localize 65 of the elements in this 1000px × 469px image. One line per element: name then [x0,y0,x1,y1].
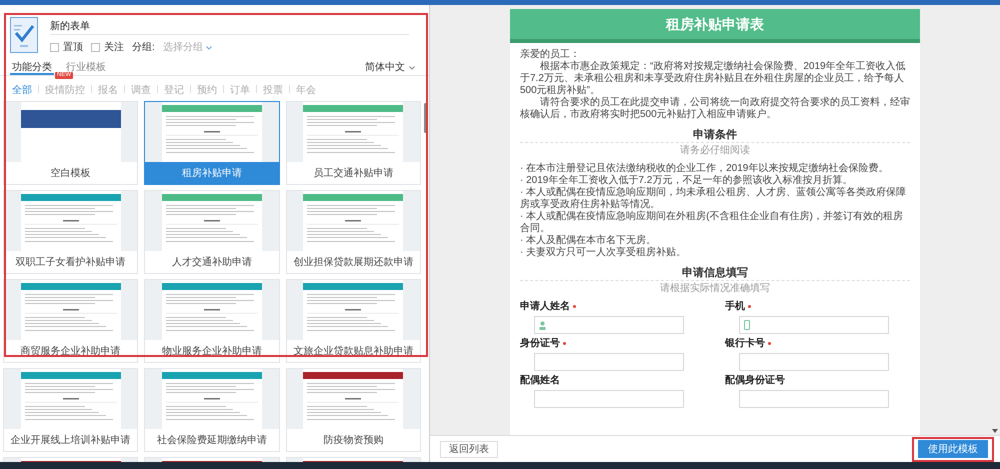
template-title: 员工交通补贴申请 [312,166,394,180]
field-label: 身份证号 [520,338,705,350]
template-title: 租房补贴申请 [145,162,279,184]
section-subtitle: 请务必仔细阅读 [679,145,751,157]
checkbox[interactable] [91,43,100,52]
template-title: 创业担保贷款展期还款申请 [292,256,414,270]
chevron-down-icon [206,46,212,50]
checkbox-label: 置顶 [63,40,83,55]
chevron-down-icon [409,66,415,70]
template-card[interactable]: 租房补贴申请 [144,101,280,185]
group-label: 分组: [132,41,155,55]
tab[interactable]: 功能分类 [10,60,54,75]
template-title: 商贸服务企业补助申请 [20,344,122,358]
section-heading: 申请条件 [693,129,737,141]
filter-link[interactable]: 全部 [12,83,32,98]
template-card[interactable]: 物业服务企业补助申请 [144,279,280,363]
greeting-text: 亲爱的员工： [520,49,581,60]
phone-icon [744,320,750,330]
condition-item: · 本人及配偶在本市名下无房。 [520,235,658,246]
condition-item: · 在本市注册登记且依法缴纳税收的企业工作，2019年以来按规定缴纳社会保险费。 [520,163,890,174]
template-title: 双职工子女看护补贴申请 [14,256,127,270]
template-card[interactable]: 人才交通补助申请 [144,190,280,274]
template-title: 人才交通补助申请 [170,256,253,270]
input-field[interactable] [739,390,889,408]
field-label: 银行卡号 [725,338,910,350]
condition-item: · 本人或配偶在疫情应急响应期间，均未承租公租房、人才房、蓝领公寓等各类政府保障房或享受政府住房补贴等情况。 [520,187,908,210]
condition-item: · 2019年全年工资收入低于7.2万元，不足一年的参照该收入标准按月折算。 [520,175,854,186]
template-card[interactable]: 创业担保贷款展期还款申请 [286,190,421,274]
form-checkmark-icon [10,17,38,53]
template-title: 空白模板 [50,166,92,180]
form-title-field[interactable]: 新的表单 [50,17,409,35]
field-label: 申请人姓名 [520,301,705,313]
scrollbar-thumb[interactable] [424,103,426,133]
template-card[interactable]: 企业开展线上培训补贴申请 [3,368,138,452]
intro-paragraph: 根据本市惠企政策规定：“政府将对按规定缴纳社会保险费、2019年全年工资收入低于7.2万元、未承租公租房和未享受政府住房补贴且在外租住房屋的企业员工，给予每人500元租房补贴”。 [520,61,907,96]
template-card[interactable]: 商贸服务企业补助申请 [3,279,138,363]
section-heading: 申请信息填写 [682,267,748,279]
back-button[interactable]: 返回列表 [440,440,498,458]
input-field[interactable] [739,316,889,334]
template-card[interactable]: 社会保险费延期缴纳申请 [144,368,280,452]
section-subtitle: 请根据实际情况准确填写 [659,283,771,295]
template-card[interactable]: 员工交通补贴申请 [286,101,421,185]
field-label: 手机 [725,301,910,313]
intro-paragraph: 请符合要求的员工在此提交申请，公司将统一向政府提交符合要求的员工资料，经审核确认后，市政府将实时把500元补贴打入相应申请账户。 [520,97,910,121]
field-label: 配偶身份证号 [725,375,786,387]
checkbox-label: 关注 [104,40,124,55]
input-field[interactable] [534,316,684,334]
input-field[interactable] [534,390,684,408]
condition-item: · 夫妻双方只可一人次享受租房补贴。 [520,247,688,259]
input-field[interactable] [534,353,684,371]
language-dropdown[interactable]: 简体中文 [365,60,415,75]
template-card[interactable]: 空白模板 [3,101,138,185]
template-title: 企业开展线上培训补贴申请 [10,434,132,448]
condition-item: · 本人或配偶在疫情应急响应期间在外租房(不含租住企业自有住房)，并签订有效的租房合同。 [520,211,904,234]
template-card[interactable]: 防疫物资预购 [286,368,421,452]
form-title: 租房补贴申请表 [666,14,764,34]
checkbox[interactable] [50,43,59,52]
field-label: 配偶姓名 [520,375,561,387]
template-card[interactable]: 双职工子女看护补贴申请 [3,190,138,274]
template-title: 物业服务企业补助申请 [160,344,263,358]
input-field[interactable] [739,353,889,371]
use-template-button[interactable]: 使用此模板 [918,440,988,458]
person-icon [539,320,546,330]
template-title: 社会保险费延期缴纳申请 [156,434,268,448]
template-title: 防疫物资预购 [322,434,384,448]
